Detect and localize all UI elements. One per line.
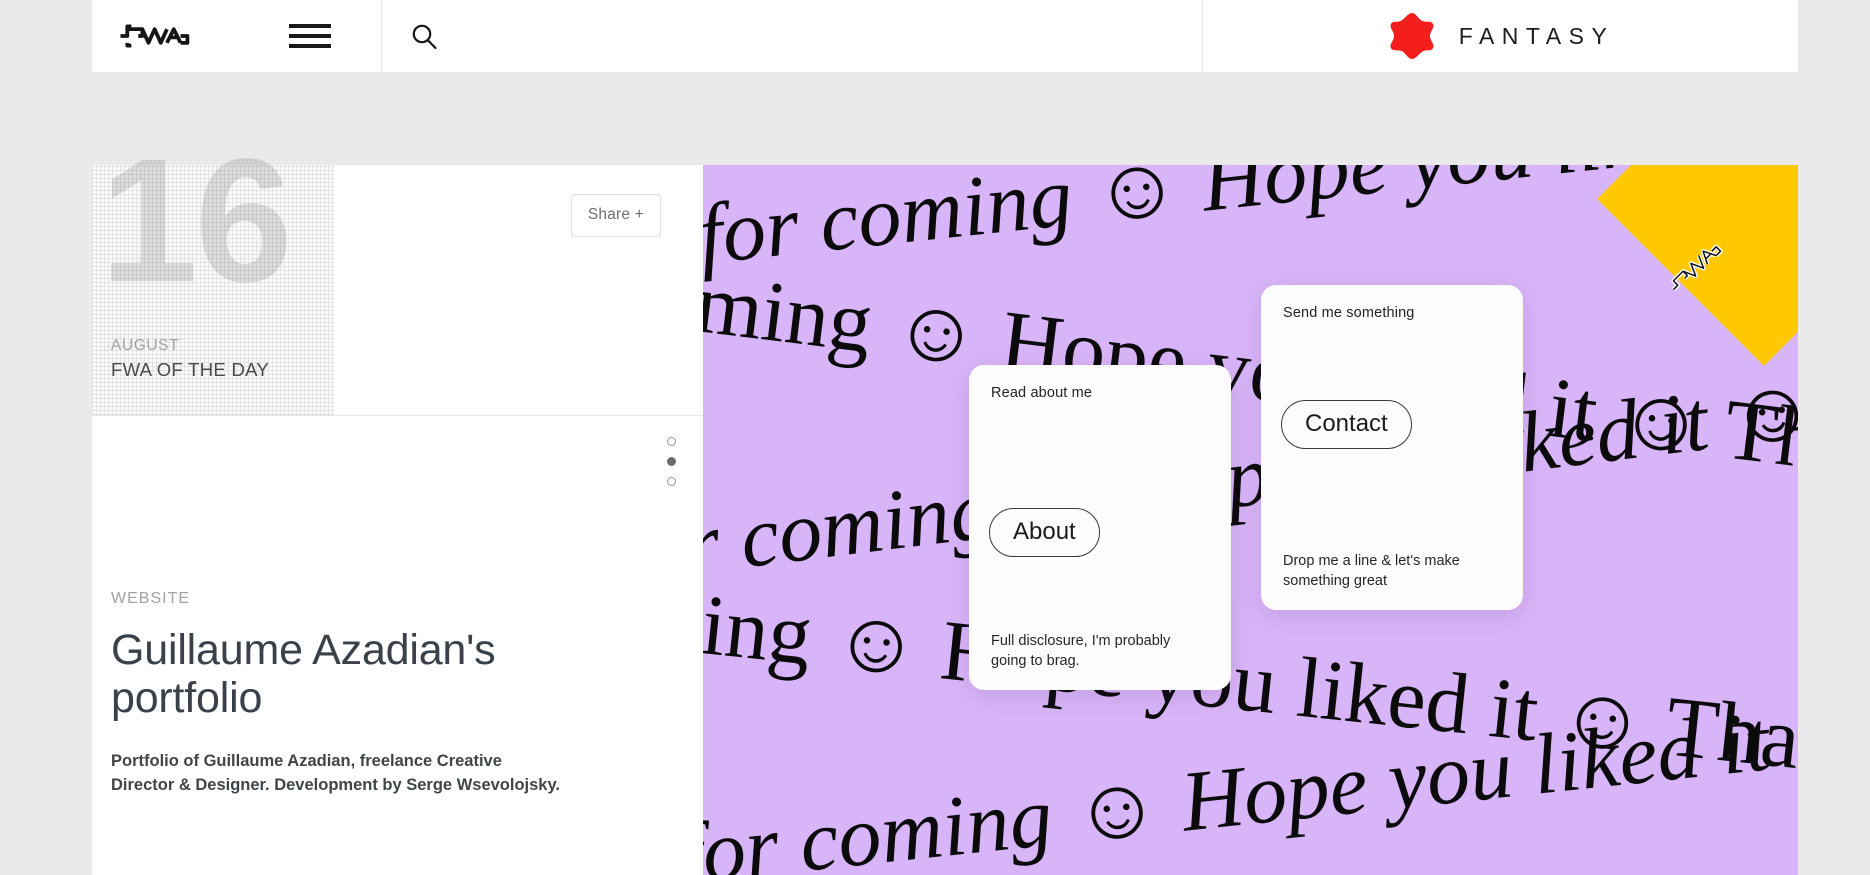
fantasy-star-icon (1387, 11, 1437, 61)
content-shell: 16 AUGUST FWA OF THE DAY Share + WEBSITE… (92, 133, 1798, 875)
burger-line (289, 24, 331, 28)
hero-preview[interactable]: Hope you liked it ☺ That's it for now ☺ … (703, 165, 1798, 875)
card-footer-text: Full disclosure, I'm probably going to b… (991, 632, 1171, 670)
search-icon[interactable] (411, 23, 438, 50)
share-button[interactable]: Share + (570, 194, 661, 237)
hero-type-line: Hope you liked it ☺ That's it for now ☺ … (703, 165, 1798, 875)
site-header: FANTASY (92, 0, 1798, 72)
award-month: AUGUST (111, 337, 180, 354)
hero-type-line: Hope you liked it ☺ That's it for now ☺ … (703, 165, 1798, 768)
hero-type-line: Hope you liked it ☺ That's it for now ☺ … (703, 265, 1798, 875)
card-top-label: Send me something (1283, 305, 1415, 321)
fwa-logo-icon[interactable] (115, 23, 197, 49)
hero-type-line: Hope you liked it ☺ That's it for now ☺ … (703, 165, 1798, 721)
fantasy-wordmark: FANTASY (1458, 22, 1615, 49)
carousel-dot-1[interactable] (667, 437, 676, 446)
award-date-card: 16 AUGUST FWA OF THE DAY (92, 133, 334, 415)
award-day-number: 16 (100, 123, 293, 319)
entry-info-panel: 16 AUGUST FWA OF THE DAY Share + WEBSITE… (92, 133, 703, 875)
hero-type-line: Hope you liked it ☺ That's it for now ☺ … (703, 165, 1798, 875)
hamburger-menu-icon[interactable] (289, 24, 331, 48)
hero-type-line: Hope you liked it ☺ That's it for now ☺ … (703, 165, 1798, 875)
header-left-group (92, 0, 331, 72)
entry-description: Portfolio of Guillaume Azadian, freelanc… (111, 752, 561, 794)
contact-button[interactable]: Contact (1281, 400, 1412, 449)
fwa-badge-icon (1661, 232, 1730, 301)
page-title: Guillaume Azadian's portfolio (111, 626, 496, 723)
search-input[interactable] (438, 0, 1202, 72)
burger-line (289, 44, 331, 48)
fwa-award-ribbon (1597, 165, 1798, 366)
hero-marquee-typography: Hope you liked it ☺ That's it for now ☺ … (703, 165, 1798, 875)
card-footer-text: Drop me a line & let's make something gr… (1283, 552, 1460, 590)
card-top-label: Read about me (991, 385, 1093, 401)
fantasy-brand[interactable]: FANTASY (1203, 0, 1798, 72)
panel-divider (92, 415, 703, 416)
hero-type-line: Hope you liked it ☺ That's it for now ☺ … (703, 165, 1798, 875)
carousel-dot-2[interactable] (667, 457, 676, 466)
carousel-dots[interactable] (667, 437, 676, 486)
hero-card-about[interactable]: Read about me About Full disclosure, I'm… (969, 365, 1231, 690)
entry-category: WEBSITE (111, 590, 191, 607)
about-button[interactable]: About (989, 508, 1100, 557)
search-area[interactable] (382, 0, 1202, 72)
burger-line (289, 34, 331, 38)
hero-type-line: Hope you liked it ☺ That's it for now ☺ … (703, 165, 1798, 875)
hero-card-contact[interactable]: Send me something Contact Drop me a line… (1261, 285, 1523, 610)
hero-type-line: Hope you liked it ☺ That's it for now ☺ … (703, 165, 1798, 875)
award-label: FWA OF THE DAY (111, 359, 270, 380)
carousel-dot-3[interactable] (667, 477, 676, 486)
entry-meta: WEBSITE Guillaume Azadian's portfolio Po… (111, 590, 581, 797)
